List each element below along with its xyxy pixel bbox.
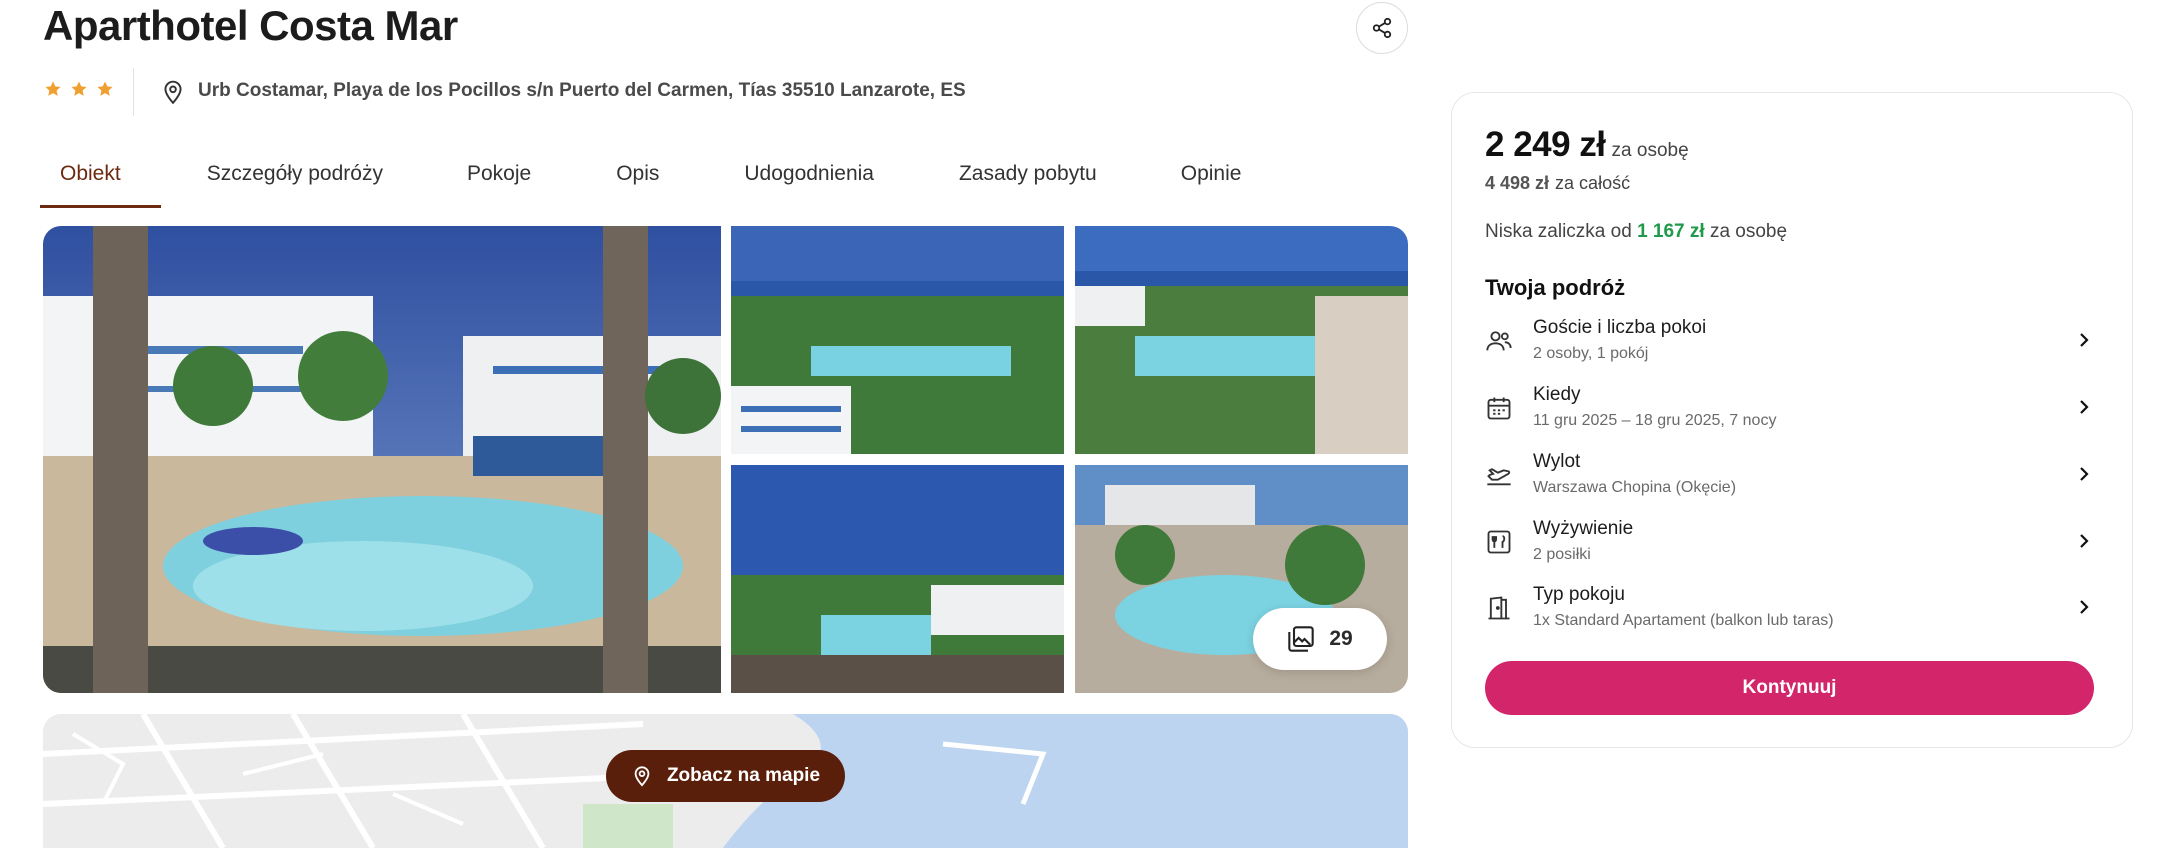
location-pin-icon <box>164 80 182 105</box>
deposit-info: Niska zaliczka od 1 167 zł za osobę <box>1485 221 1787 243</box>
price-per-person-value: 2 249 zł <box>1485 125 1606 164</box>
section-tabs: Obiekt Szczegóły podróży Pokoje Opis Udo… <box>40 152 1242 208</box>
tab-pokoje[interactable]: Pokoje <box>467 152 531 208</box>
trip-row-meals[interactable]: Wyżywienie 2 posiłki <box>1485 518 2100 578</box>
trip-row-room-type[interactable]: Typ pokoju 1x Standard Apartament (balko… <box>1485 584 2100 644</box>
price-total-value: 4 498 zł <box>1485 173 1550 193</box>
guests-icon <box>1486 331 1512 351</box>
chevron-right-icon <box>2080 467 2089 481</box>
photo-gallery <box>43 226 1408 693</box>
trip-row-value: Warszawa Chopina (Okęcie) <box>1533 479 1737 496</box>
see-on-map-label: Zobacz na mapie <box>666 765 821 786</box>
star-icon <box>71 81 87 96</box>
star-rating <box>44 80 114 98</box>
trip-row-value: 2 posiłki <box>1533 546 1591 563</box>
tab-udogodnienia[interactable]: Udogodnienia <box>744 152 874 208</box>
trip-row-guests[interactable]: Goście i liczba pokoi 2 osoby, 1 pokój <box>1485 317 2100 377</box>
booking-card: 2 249 zł za osobę 4 498 zł za całość Nis… <box>1451 92 2133 748</box>
tab-obiekt[interactable]: Obiekt <box>40 152 161 208</box>
chevron-right-icon <box>2080 534 2089 548</box>
gallery-photo[interactable] <box>731 465 1064 693</box>
trip-row-value: 11 gru 2025 – 18 gru 2025, 7 nocy <box>1533 412 1777 429</box>
location-pin-icon <box>634 766 650 787</box>
chevron-right-icon <box>2080 333 2089 347</box>
deposit-prefix: Niska zaliczka od <box>1485 221 1632 242</box>
door-icon <box>1488 596 1510 620</box>
trip-row-value: 1x Standard Apartament (balkon lub taras… <box>1533 612 1834 629</box>
deposit-amount: 1 167 zł <box>1637 221 1705 242</box>
hotel-title: Aparthotel Costa Mar <box>43 2 458 49</box>
trip-row-label: Wylot <box>1533 451 1581 472</box>
see-on-map-button[interactable]: Zobacz na mapie <box>606 750 845 802</box>
star-icon <box>45 81 61 96</box>
trip-row-label: Goście i liczba pokoi <box>1533 317 1707 338</box>
share-button[interactable] <box>1356 2 1408 54</box>
photo-stack-icon <box>1288 626 1315 652</box>
calendar-icon <box>1487 397 1511 420</box>
trip-title: Twoja podróż <box>1485 275 1626 300</box>
trip-row-departure[interactable]: Wylot Warszawa Chopina (Okęcie) <box>1485 451 2100 511</box>
continue-button[interactable]: Kontynuuj <box>1485 661 2094 715</box>
chevron-right-icon <box>2080 400 2089 414</box>
trip-row-label: Typ pokoju <box>1533 584 1625 605</box>
share-icon <box>1372 17 1392 39</box>
trip-row-dates[interactable]: Kiedy 11 gru 2025 – 18 gru 2025, 7 nocy <box>1485 384 2100 444</box>
tab-szczegoly-podrozy[interactable]: Szczegóły podróży <box>207 152 383 208</box>
price-total-label: za całość <box>1555 173 1631 193</box>
price-per-person-label: za osobę <box>1611 140 1689 161</box>
star-icon <box>97 81 113 96</box>
price-total: 4 498 zł za całość <box>1485 173 1630 194</box>
chevron-right-icon <box>2080 600 2089 614</box>
plane-departure-icon <box>1487 468 1511 486</box>
price-per-person: 2 249 zł za osobę <box>1485 125 1689 165</box>
tab-zasady-pobytu[interactable]: Zasady pobytu <box>959 152 1097 208</box>
trip-row-label: Kiedy <box>1533 384 1581 405</box>
tab-opinie[interactable]: Opinie <box>1181 152 1242 208</box>
divider <box>133 68 134 116</box>
gallery-photo[interactable] <box>731 226 1064 454</box>
trip-row-value: 2 osoby, 1 pokój <box>1533 345 1649 362</box>
deposit-suffix: za osobę <box>1709 221 1788 242</box>
meal-icon <box>1487 530 1511 554</box>
gallery-photo[interactable] <box>1075 226 1408 454</box>
gallery-photo-main[interactable] <box>43 226 721 693</box>
show-all-photos-button[interactable]: 29 <box>1253 608 1387 670</box>
photo-count: 29 <box>1329 627 1353 650</box>
hotel-address[interactable]: Urb Costamar, Playa de los Pocillos s/n … <box>198 80 966 102</box>
tab-opis[interactable]: Opis <box>616 152 659 208</box>
trip-row-label: Wyżywienie <box>1533 518 1634 539</box>
